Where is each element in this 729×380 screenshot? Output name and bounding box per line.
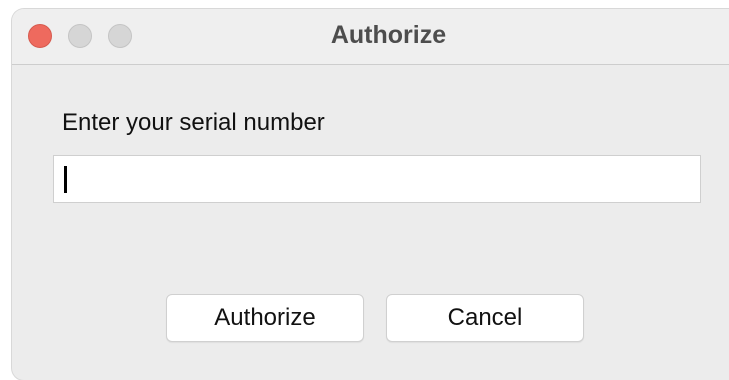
window-title: Authorize xyxy=(330,21,447,49)
text-cursor xyxy=(64,166,67,193)
authorize-dialog: Authorize Enter your serial number Autho… xyxy=(12,9,729,380)
title-bar[interactable]: Authorize xyxy=(12,9,729,65)
serial-number-input[interactable] xyxy=(53,155,701,203)
cancel-button[interactable]: Cancel xyxy=(386,294,584,342)
authorize-button[interactable]: Authorize xyxy=(166,294,364,342)
serial-number-label: Enter your serial number xyxy=(62,109,325,136)
